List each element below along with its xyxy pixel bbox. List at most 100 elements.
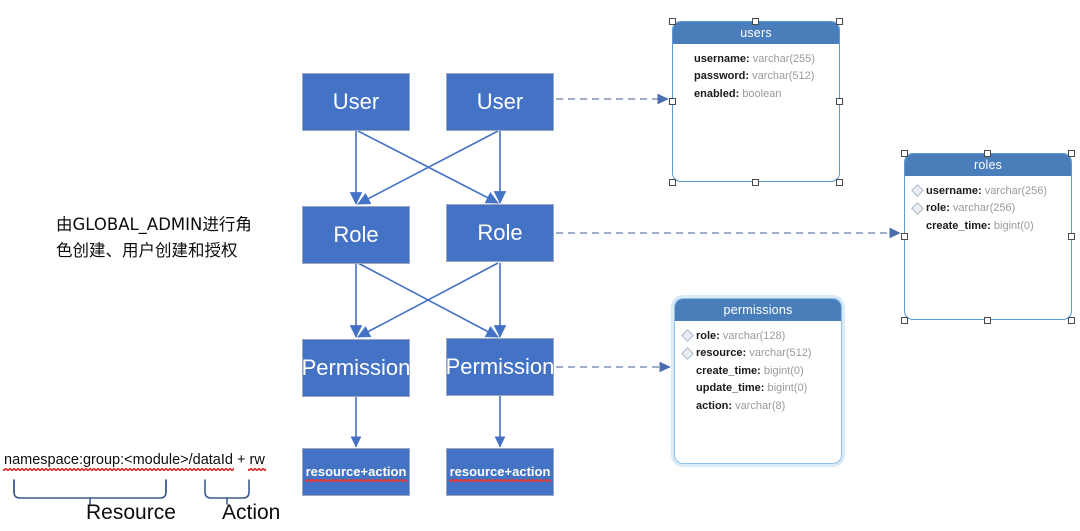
db-table-permissions-title: permissions xyxy=(675,299,841,321)
db-field-type: varchar(512) xyxy=(752,70,815,83)
db-field-separator: : xyxy=(946,202,953,215)
db-field-type: boolean xyxy=(742,87,782,100)
key-diamond-icon xyxy=(911,201,924,215)
selection-handle[interactable] xyxy=(836,98,843,105)
db-field-name: action xyxy=(696,399,729,412)
selection-handle[interactable] xyxy=(984,150,991,157)
db-field-separator: : xyxy=(745,70,753,83)
db-field-separator: : xyxy=(716,329,723,342)
db-field-separator: : xyxy=(742,347,750,360)
selection-handle[interactable] xyxy=(836,18,843,25)
db-field-separator: : xyxy=(735,87,743,100)
db-table-users[interactable]: users username : varchar(255) password :… xyxy=(672,21,840,182)
key-diamond-icon xyxy=(681,382,694,395)
diagram-canvas: 由GLOBAL_ADMIN进行角 色创建、用户创建和授权 User User R… xyxy=(0,0,1080,531)
flow-box-user-right-label: User xyxy=(476,88,524,114)
flow-box-role-left-label: Role xyxy=(333,221,379,247)
db-table-roles-title: roles xyxy=(905,154,1071,176)
flow-box-permission-left[interactable]: Permission xyxy=(302,339,410,397)
flow-box-resource-action-right-label: resource+action xyxy=(448,463,552,483)
annotation-action-expression: rw xyxy=(248,452,267,471)
selection-handle[interactable] xyxy=(1068,317,1075,324)
selection-handle[interactable] xyxy=(836,179,843,186)
db-field-separator: : xyxy=(745,52,753,65)
key-diamond-icon xyxy=(679,70,692,83)
selection-handle[interactable] xyxy=(901,150,908,157)
note-line-2: 色创建、用户创建和授权 xyxy=(56,240,238,260)
db-field-name: role xyxy=(696,329,717,342)
note-line-1: 由GLOBAL_ADMIN进行角 xyxy=(56,215,252,234)
db-table-users-title: users xyxy=(673,22,839,44)
selection-handle[interactable] xyxy=(669,18,676,25)
db-field-type: bigint(0) xyxy=(993,219,1034,232)
db-field-row: create_time : bigint(0) xyxy=(675,362,841,380)
key-diamond-icon xyxy=(679,52,692,65)
flow-box-user-right[interactable]: User xyxy=(446,73,554,131)
flow-box-user-left-label: User xyxy=(332,88,380,114)
flow-box-permission-left-label: Permission xyxy=(301,354,411,380)
db-field-row: enabled : boolean xyxy=(673,85,839,103)
db-field-type: bigint(0) xyxy=(763,364,804,377)
db-table-roles[interactable]: roles username : varchar(256) role : var… xyxy=(904,153,1072,320)
selection-handle[interactable] xyxy=(752,179,759,186)
db-field-separator: : xyxy=(977,184,985,197)
selection-handle[interactable] xyxy=(984,317,991,324)
db-field-type: varchar(256) xyxy=(952,202,1016,215)
db-field-row: role : varchar(256) xyxy=(905,200,1071,218)
flow-box-permission-right-label: Permission xyxy=(445,353,555,379)
annotation-expression: namespace:group:<module>/dataId + rw xyxy=(3,452,267,471)
flow-box-role-left[interactable]: Role xyxy=(302,206,410,264)
db-field-type: varchar(8) xyxy=(735,399,786,412)
db-field-separator: : xyxy=(757,364,764,377)
flow-box-resource-action-left[interactable]: resource+action xyxy=(302,448,410,496)
selection-handle[interactable] xyxy=(1068,150,1075,157)
db-field-type: bigint(0) xyxy=(767,382,808,395)
key-diamond-icon xyxy=(681,346,694,360)
note-text: 由GLOBAL_ADMIN进行角 色创建、用户创建和授权 xyxy=(56,212,286,263)
flow-box-resource-action-right[interactable]: resource+action xyxy=(446,448,554,496)
db-field-type: varchar(128) xyxy=(722,329,786,342)
selection-handle[interactable] xyxy=(901,317,908,324)
db-field-type: varchar(512) xyxy=(749,347,812,360)
selection-handle[interactable] xyxy=(669,179,676,186)
flow-box-resource-action-left-label: resource+action xyxy=(304,463,408,483)
db-field-name: enabled xyxy=(694,87,736,100)
db-field-name: role xyxy=(926,202,947,215)
db-field-name: create_time xyxy=(696,364,758,377)
key-diamond-icon xyxy=(911,184,924,198)
selection-handle[interactable] xyxy=(901,233,908,240)
key-diamond-icon xyxy=(681,329,694,343)
db-field-row: create_time : bigint(0) xyxy=(905,217,1071,235)
db-field-name: update_time xyxy=(696,382,761,395)
db-field-row: action : varchar(8) xyxy=(675,397,841,415)
db-field-row: update_time : bigint(0) xyxy=(675,380,841,398)
selection-handle[interactable] xyxy=(752,18,759,25)
db-field-type: varchar(255) xyxy=(752,52,816,65)
db-field-row: username : varchar(255) xyxy=(673,50,839,68)
db-field-name: username xyxy=(694,52,746,65)
key-diamond-icon xyxy=(679,87,692,100)
db-field-name: password xyxy=(694,70,746,83)
db-field-separator: : xyxy=(760,382,768,395)
flow-box-role-right[interactable]: Role xyxy=(446,204,554,262)
selection-handle[interactable] xyxy=(669,98,676,105)
flow-box-role-right-label: Role xyxy=(477,219,523,245)
db-table-permissions[interactable]: permissions role : varchar(128) resource… xyxy=(674,298,842,464)
db-field-name: username xyxy=(926,184,978,197)
annotation-resource-label: Resource xyxy=(86,501,176,524)
db-table-roles-fields: username : varchar(256) role : varchar(2… xyxy=(905,176,1071,235)
flow-box-permission-right[interactable]: Permission xyxy=(446,338,554,396)
db-field-name: resource xyxy=(696,347,743,360)
db-field-type: varchar(256) xyxy=(984,184,1048,197)
db-field-row: username : varchar(256) xyxy=(905,182,1071,200)
annotation-action-label: Action xyxy=(222,501,281,524)
flow-box-user-left[interactable]: User xyxy=(302,73,410,131)
key-diamond-icon xyxy=(911,219,924,232)
db-table-permissions-fields: role : varchar(128) resource : varchar(5… xyxy=(675,321,841,415)
db-field-name: create_time xyxy=(926,219,988,232)
db-field-separator: : xyxy=(987,219,994,232)
db-field-separator: : xyxy=(728,399,736,412)
db-field-row: resource : varchar(512) xyxy=(675,345,841,363)
db-table-users-fields: username : varchar(255) password : varch… xyxy=(673,44,839,103)
selection-handle[interactable] xyxy=(1068,233,1075,240)
